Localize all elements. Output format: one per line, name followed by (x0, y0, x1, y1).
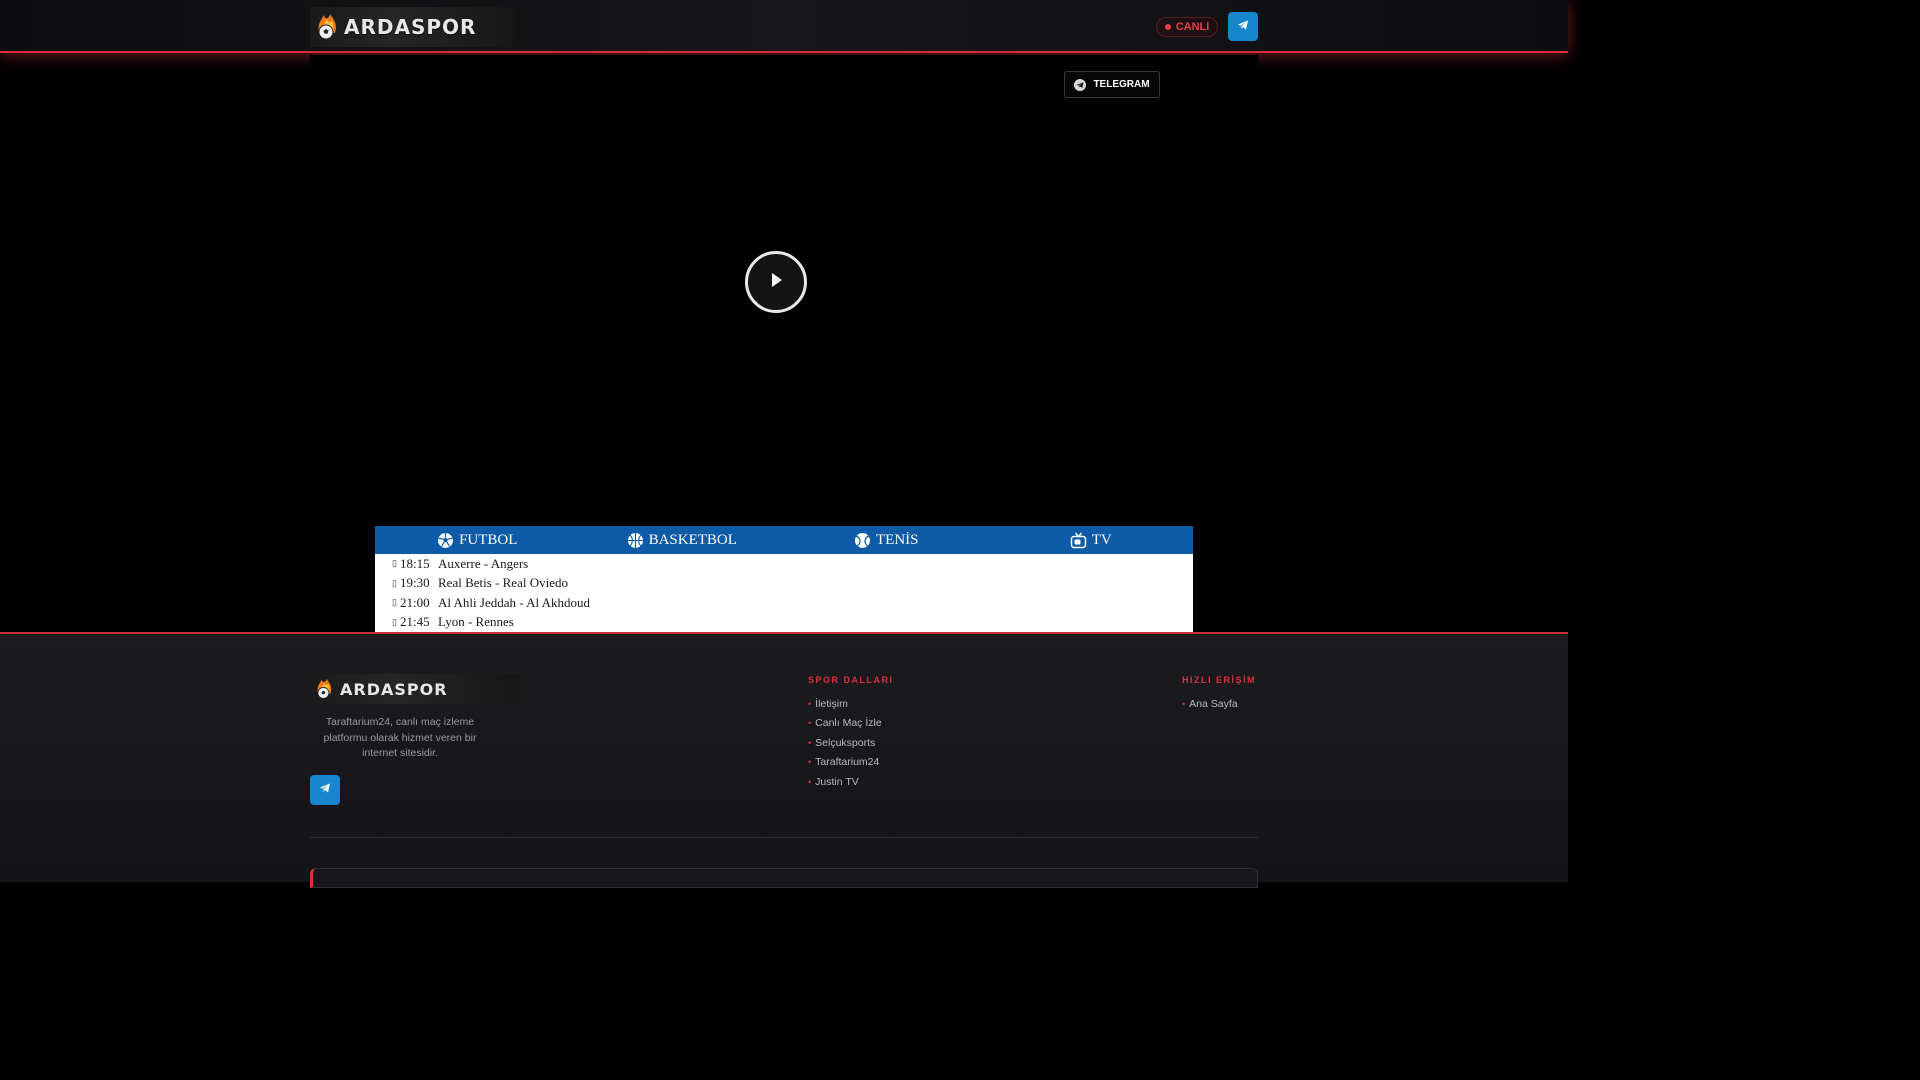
footer-link-label: Ana Sayfa (1189, 697, 1238, 710)
footer-link-label: Taraftarium24 (815, 756, 880, 769)
bullet-icon: • (808, 737, 812, 748)
tab-basketbol[interactable]: BASKETBOL (580, 526, 785, 554)
logo-text: ARDASPOR (344, 15, 477, 39)
footer-link-label: Canlı Maç İzle (815, 717, 882, 730)
match-name: Real Betis - Real Oviedo (438, 575, 568, 591)
match-marker-icon: ▯ (392, 577, 397, 588)
match-row[interactable]: ▯ 18:15 Auxerre - Angers (375, 554, 1193, 574)
match-name: Lyon - Rennes (438, 614, 514, 630)
footer-link[interactable]: • Ana Sayfa (1182, 694, 1238, 714)
telegram-icon (1074, 78, 1087, 91)
tab-label: TENİS (876, 531, 919, 548)
footer-divider (310, 837, 1258, 838)
footer-link[interactable]: • Taraftarium24 (808, 753, 882, 773)
footer-telegram-button[interactable] (310, 775, 340, 805)
live-label: CANLI (1175, 21, 1210, 33)
tv-icon (1070, 532, 1087, 549)
match-time: 19:30 (400, 575, 430, 591)
flaming-ball-logo-icon (314, 13, 342, 41)
footer-logo-text: ARDASPOR (340, 679, 448, 699)
site-header (0, 0, 1568, 53)
match-time: 21:00 (400, 594, 430, 610)
tab-futbol[interactable]: FUTBOL (375, 526, 580, 554)
match-row[interactable]: ▯ 21:00 Al Ahli Jeddah - Al Akhdoud (375, 593, 1193, 613)
match-marker-icon: ▯ (392, 616, 397, 627)
basketball-icon (627, 532, 644, 549)
bullet-icon: • (808, 698, 812, 709)
footer-link-label: Selçuksports (815, 736, 876, 749)
footer-description: Taraftarium24, canlı maç izleme platform… (323, 716, 477, 759)
sport-tabs: FUTBOL BASKETBOL TENİS TV (375, 526, 1193, 554)
match-time: 21:45 (400, 614, 430, 630)
footer-link[interactable]: • Selçuksports (808, 733, 882, 753)
tab-label: TV (1091, 531, 1112, 548)
match-row[interactable]: ▯ 21:45 Lyon - Rennes (375, 613, 1193, 633)
footer-bottom-card (310, 868, 1258, 888)
footer-link-label: İletişim (815, 697, 848, 710)
match-marker-icon: ▯ (392, 558, 397, 569)
footer-link[interactable]: • Justin TV (808, 772, 882, 792)
telegram-icon (319, 781, 331, 799)
telegram-label: TELEGRAM (1093, 79, 1150, 90)
tab-label: BASKETBOL (648, 531, 737, 548)
match-row[interactable]: ▯ 19:30 Real Betis - Real Oviedo (375, 574, 1193, 594)
telegram-link-button[interactable]: TELEGRAM (1064, 71, 1160, 98)
site-logo[interactable]: ARDASPOR (310, 7, 514, 47)
tennis-ball-icon (854, 532, 871, 549)
soccer-ball-icon (437, 532, 454, 549)
telegram-icon (1237, 18, 1249, 36)
match-list: ▯ 18:15 Auxerre - Angers ▯ 19:30 Real Be… (375, 554, 1193, 632)
tab-label: FUTBOL (459, 531, 518, 548)
play-button[interactable] (745, 251, 807, 313)
footer-quick-links: • Ana Sayfa (1182, 694, 1238, 714)
footer-col-title-quick: HIZLI ERİŞİM (1182, 675, 1256, 685)
footer-logo[interactable]: ARDASPOR (310, 674, 520, 704)
footer-link-label: Justin TV (815, 775, 859, 788)
footer-sports-links: • İletişim • Canlı Maç İzle • Selçuksports … (808, 694, 882, 792)
tab-tv[interactable]: TV (989, 526, 1194, 554)
match-time: 18:15 (400, 555, 430, 571)
bullet-icon: • (1182, 698, 1186, 709)
bullet-icon: • (808, 757, 812, 768)
bullet-icon: • (808, 776, 812, 787)
match-marker-icon: ▯ (392, 597, 397, 608)
footer-link[interactable]: • İletişim (808, 694, 882, 714)
footer-link[interactable]: • Canlı Maç İzle (808, 714, 882, 734)
play-icon (767, 271, 785, 294)
bullet-icon: • (808, 718, 812, 729)
telegram-button[interactable] (1228, 12, 1258, 41)
match-name: Auxerre - Angers (438, 555, 529, 571)
tab-tenis[interactable]: TENİS (784, 526, 989, 554)
live-dot-icon (1164, 24, 1171, 30)
site-footer (0, 632, 1568, 882)
match-name: Al Ahli Jeddah - Al Akhdoud (438, 594, 591, 610)
flaming-ball-logo-icon (314, 678, 336, 700)
live-badge[interactable]: CANLI (1156, 17, 1218, 37)
footer-col-title-sports: SPOR DALLARI (808, 675, 894, 685)
